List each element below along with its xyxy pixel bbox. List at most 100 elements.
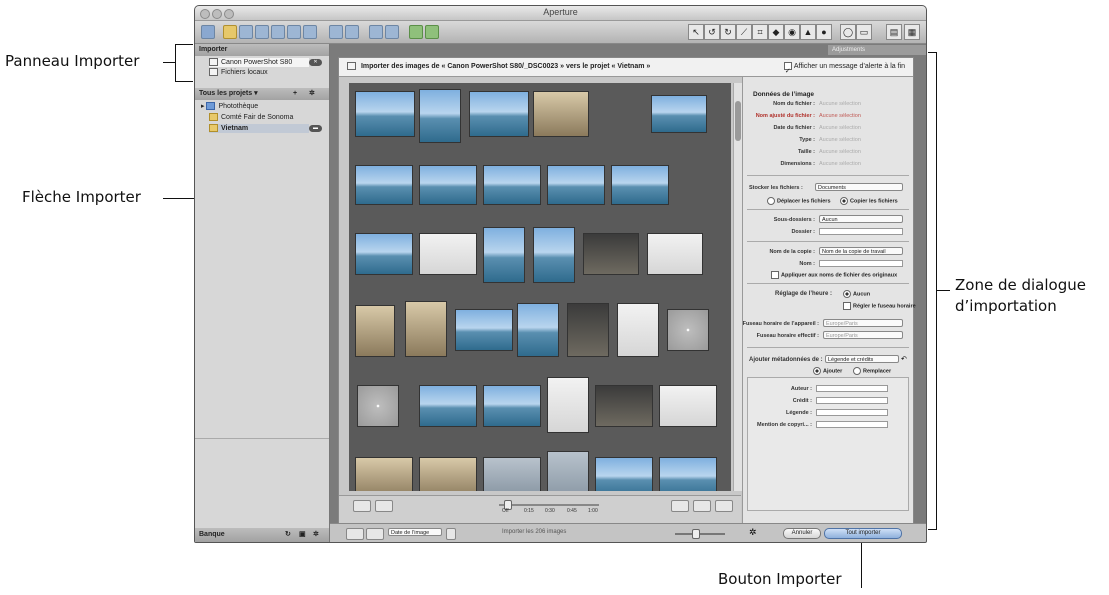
thumbnail[interactable] bbox=[617, 303, 659, 357]
thumbnail[interactable] bbox=[419, 385, 477, 427]
thumbnail[interactable] bbox=[355, 457, 413, 491]
thumbnail[interactable] bbox=[419, 457, 477, 491]
batch-button[interactable] bbox=[671, 500, 689, 512]
add-icon[interactable]: + bbox=[293, 88, 297, 100]
unstack-icon[interactable] bbox=[345, 25, 359, 39]
thumbnail[interactable] bbox=[547, 377, 589, 433]
red-eye-icon[interactable]: ◉ bbox=[784, 24, 800, 40]
thumbnail[interactable] bbox=[355, 91, 415, 137]
stamp-icon[interactable]: ● bbox=[816, 24, 832, 40]
auto-split-slider[interactable] bbox=[499, 504, 599, 506]
import-source-local[interactable]: Fichiers locaux bbox=[209, 68, 268, 77]
thumbnail[interactable] bbox=[419, 89, 461, 143]
project-item-vietnam[interactable]: Vietnam bbox=[209, 124, 309, 133]
thumbnail[interactable] bbox=[659, 457, 717, 491]
credit-field[interactable] bbox=[816, 397, 888, 404]
new-project-icon[interactable] bbox=[239, 25, 253, 39]
straighten-icon[interactable]: ⟋ bbox=[736, 24, 752, 40]
crop-icon[interactable]: ⌗ bbox=[752, 24, 768, 40]
spot-patch-icon[interactable]: ◆ bbox=[768, 24, 784, 40]
rotate-left-icon[interactable]: ↺ bbox=[704, 24, 720, 40]
rotate-left-button[interactable] bbox=[353, 500, 371, 512]
thumbnail[interactable] bbox=[533, 227, 575, 283]
stack-icon[interactable] bbox=[329, 25, 343, 39]
thumbnail[interactable] bbox=[419, 165, 477, 205]
thumbnail[interactable] bbox=[667, 309, 709, 351]
effective-tz-select[interactable]: Europe/Paris bbox=[823, 331, 903, 339]
time-tz-checkbox[interactable] bbox=[843, 302, 851, 310]
import-all-button[interactable]: Tout importer bbox=[824, 528, 902, 539]
metadata-add-option[interactable]: Ajouter bbox=[813, 367, 842, 375]
subfolders-select[interactable]: Aucun bbox=[819, 215, 903, 223]
thumbnail[interactable] bbox=[483, 457, 541, 491]
metadata-replace-radio[interactable] bbox=[853, 367, 861, 375]
browser-icon[interactable]: ▦ bbox=[904, 24, 920, 40]
thumbnail[interactable] bbox=[469, 91, 529, 137]
inspector-icon[interactable]: ▭ bbox=[856, 24, 872, 40]
project-item-library[interactable]: ▸ Photothèque bbox=[201, 102, 258, 111]
thumbnail[interactable] bbox=[355, 305, 395, 357]
new-album-icon[interactable] bbox=[255, 25, 269, 39]
loupe-icon[interactable]: ◯ bbox=[840, 24, 856, 40]
scroll-thumb[interactable] bbox=[735, 101, 741, 141]
rotate-right-icon[interactable]: ↻ bbox=[720, 24, 736, 40]
thumbnail[interactable] bbox=[567, 303, 609, 357]
info-button[interactable] bbox=[715, 500, 733, 512]
new-web-icon[interactable] bbox=[303, 25, 317, 39]
thumbnail[interactable] bbox=[483, 227, 525, 283]
thumbnail[interactable] bbox=[647, 233, 703, 275]
copy-radio[interactable] bbox=[840, 197, 848, 205]
thumbnail[interactable] bbox=[355, 233, 413, 275]
new-smart-album-icon[interactable] bbox=[271, 25, 285, 39]
gear-icon[interactable]: ✲ bbox=[309, 88, 315, 100]
caption-field[interactable] bbox=[816, 409, 888, 416]
thumbnail[interactable] bbox=[357, 385, 399, 427]
thumbnail[interactable] bbox=[547, 165, 605, 205]
thumbnail[interactable] bbox=[595, 457, 653, 491]
alert-option[interactable]: ✓Afficher un message d’alerte à la fin bbox=[783, 58, 905, 76]
export-icon[interactable] bbox=[425, 25, 439, 39]
time-none-radio[interactable] bbox=[843, 290, 851, 298]
folder-field[interactable] bbox=[819, 228, 903, 235]
metadata-select[interactable]: Légende et crédits bbox=[825, 355, 899, 363]
list-view-icon[interactable] bbox=[366, 528, 384, 540]
thumbnail[interactable] bbox=[583, 233, 639, 275]
thumbnail[interactable] bbox=[483, 165, 541, 205]
name-field[interactable] bbox=[819, 260, 903, 267]
viewer-icon[interactable]: ▤ bbox=[886, 24, 902, 40]
gear-icon[interactable]: ✲ bbox=[313, 528, 319, 542]
pointer-tool-icon[interactable]: ↖ bbox=[688, 24, 704, 40]
email-icon[interactable] bbox=[409, 25, 423, 39]
thumbnail[interactable] bbox=[483, 385, 541, 427]
thumbnail[interactable] bbox=[419, 233, 477, 275]
device-tz-select[interactable]: Europe/Paris bbox=[823, 319, 903, 327]
new-book-icon[interactable] bbox=[287, 25, 301, 39]
projects-header[interactable]: Tous les projets ▾ + ✲ bbox=[195, 88, 329, 100]
apply-names-checkbox[interactable] bbox=[771, 271, 779, 279]
thumbnail[interactable] bbox=[455, 309, 513, 351]
store-files-select[interactable]: Documents bbox=[815, 183, 903, 191]
sort-select[interactable]: Date de l’image bbox=[388, 528, 442, 536]
new-folder-icon[interactable] bbox=[223, 25, 237, 39]
select-icon[interactable] bbox=[385, 25, 399, 39]
copy-files-option[interactable]: Copier les fichiers bbox=[840, 197, 898, 205]
time-tz-option[interactable]: Régler le fuseau horaire bbox=[843, 302, 916, 310]
thumbnail[interactable] bbox=[547, 451, 589, 491]
apply-names-option[interactable]: Appliquer aux noms de fichier des origin… bbox=[771, 271, 897, 279]
vertical-scrollbar[interactable] bbox=[733, 83, 742, 491]
time-none-option[interactable]: Aucun bbox=[843, 290, 870, 298]
thumbnail[interactable] bbox=[611, 165, 669, 205]
import-source-canon[interactable]: Canon PowerShot S80 bbox=[209, 58, 309, 67]
compare-icon[interactable] bbox=[369, 25, 383, 39]
project-item-sonoma[interactable]: Comté Fair de Sonoma bbox=[209, 113, 293, 122]
eject-icon[interactable]: ✕ bbox=[309, 59, 322, 66]
thumbnail[interactable] bbox=[595, 385, 653, 427]
copy-name-select[interactable]: Nom de la copie de travail bbox=[819, 247, 903, 255]
thumbnail[interactable] bbox=[355, 165, 413, 205]
refresh-icon[interactable]: ↻ bbox=[285, 528, 291, 542]
copyright-field[interactable] bbox=[816, 421, 888, 428]
cancel-button[interactable]: Annuler bbox=[783, 528, 821, 539]
undo-icon[interactable]: ↶ bbox=[901, 355, 907, 363]
zoom-slider-knob[interactable] bbox=[692, 529, 700, 539]
thumbnail[interactable] bbox=[651, 95, 707, 133]
